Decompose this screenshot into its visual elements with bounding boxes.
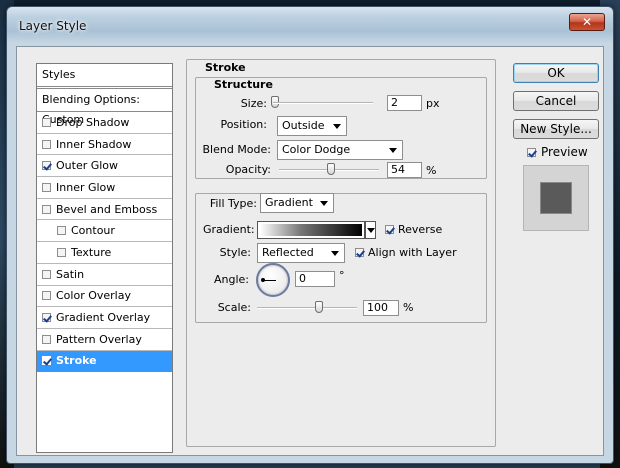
structure-title: Structure — [211, 78, 276, 91]
cancel-button[interactable]: Cancel — [513, 91, 599, 111]
gradient-dropdown-button[interactable] — [365, 221, 376, 239]
gradient-picker[interactable] — [257, 221, 365, 239]
style-item-checkbox[interactable] — [42, 313, 51, 323]
position-label: Position: — [220, 118, 267, 131]
layer-style-dialog: Layer Style ✕ Styles Blending Options: C… — [6, 6, 614, 464]
style-item-label: Drop Shadow — [56, 115, 130, 129]
size-input[interactable]: 2 — [387, 95, 422, 111]
gradient-label: Gradient: — [203, 223, 255, 236]
reverse-label: Reverse — [398, 223, 443, 236]
scale-slider-thumb[interactable] — [315, 301, 323, 313]
scale-unit: % — [403, 301, 414, 314]
style-item-label: Gradient Overlay — [56, 311, 151, 325]
angle-input[interactable]: 0 — [295, 271, 335, 287]
style-item-checkbox[interactable] — [57, 226, 66, 236]
position-select[interactable]: Outside — [277, 116, 347, 136]
style-item-label: Texture — [71, 245, 112, 259]
style-item-checkbox[interactable] — [42, 291, 51, 301]
style-item-inner-glow[interactable]: Inner Glow — [37, 177, 172, 199]
style-item-label: Satin — [56, 267, 85, 281]
style-item-checkbox[interactable] — [42, 139, 51, 149]
close-icon: ✕ — [581, 15, 593, 29]
blend-mode-select[interactable]: Color Dodge — [277, 140, 403, 160]
angle-dial[interactable] — [256, 263, 290, 297]
fill-type-select[interactable]: Gradient — [260, 193, 334, 213]
style-item-label: Inner Shadow — [56, 137, 132, 151]
angle-unit: ° — [339, 269, 345, 282]
styles-header[interactable]: Styles — [37, 64, 172, 89]
style-item-label: Inner Glow — [56, 180, 116, 194]
style-item-contour[interactable]: Contour — [37, 220, 172, 243]
gradient-preview — [260, 224, 362, 236]
ok-button[interactable]: OK — [513, 63, 599, 83]
scale-label: Scale: — [217, 301, 251, 314]
reverse-option[interactable]: Reverse — [385, 223, 442, 236]
preview-checkbox[interactable] — [527, 147, 536, 157]
scale-input[interactable]: 100 — [363, 300, 399, 316]
stroke-panel-title: Stroke — [202, 61, 249, 74]
opacity-slider-thumb[interactable] — [327, 163, 335, 175]
style-select[interactable]: Reflected — [257, 243, 345, 263]
new-style-button[interactable]: New Style... — [513, 119, 599, 139]
dialog-content: Styles Blending Options: Custom Drop Sha… — [16, 46, 604, 456]
style-item-label: Color Overlay — [56, 289, 131, 303]
close-button[interactable]: ✕ — [569, 13, 605, 31]
style-item-inner-shadow[interactable]: Inner Shadow — [37, 134, 172, 156]
style-item-checkbox[interactable] — [42, 204, 51, 214]
preview-swatch — [540, 182, 572, 214]
style-item-label: Bevel and Emboss — [56, 202, 158, 216]
style-item-checkbox[interactable] — [42, 334, 51, 344]
blending-options-item[interactable]: Blending Options: Custom — [37, 90, 172, 126]
align-with-layer-label: Align with Layer — [368, 246, 457, 259]
preview-label: Preview — [541, 145, 588, 159]
style-item-checkbox[interactable] — [42, 161, 51, 171]
style-item-label: Stroke — [56, 354, 97, 368]
style-item-pattern-overlay[interactable]: Pattern Overlay — [37, 329, 172, 351]
style-item-label: Pattern Overlay — [56, 332, 142, 346]
size-slider[interactable] — [273, 102, 373, 104]
opacity-input[interactable]: 54 — [387, 162, 422, 178]
blend-mode-label: Blend Mode: — [202, 143, 272, 156]
style-item-label: Contour — [71, 224, 115, 238]
reverse-checkbox[interactable] — [385, 225, 394, 234]
window-title: Layer Style — [19, 19, 87, 33]
style-item-texture[interactable]: Texture — [37, 242, 172, 264]
style-item-color-overlay[interactable]: Color Overlay — [37, 286, 172, 308]
style-item-stroke[interactable]: Stroke — [37, 350, 172, 373]
style-item-checkbox[interactable] — [42, 117, 51, 127]
style-item-outer-glow[interactable]: Outer Glow — [37, 155, 172, 178]
style-item-satin[interactable]: Satin — [37, 264, 172, 286]
style-item-checkbox[interactable] — [42, 356, 51, 366]
style-item-drop-shadow[interactable]: Drop Shadow — [37, 112, 172, 134]
align-with-layer-checkbox[interactable] — [355, 248, 364, 257]
style-item-gradient-overlay[interactable]: Gradient Overlay — [37, 307, 172, 329]
preview-option[interactable]: Preview — [527, 145, 588, 159]
fill-type-label: Fill Type: — [209, 197, 257, 210]
style-item-checkbox[interactable] — [42, 182, 51, 192]
angle-dial-center — [261, 278, 265, 282]
style-item-checkbox[interactable] — [42, 269, 51, 279]
opacity-label: Opacity: — [225, 163, 271, 176]
style-item-label: Outer Glow — [56, 159, 119, 173]
opacity-unit: % — [426, 164, 437, 177]
styles-list: Styles Blending Options: Custom Drop Sha… — [36, 63, 173, 453]
angle-label: Angle: — [213, 273, 249, 286]
style-item-checkbox[interactable] — [57, 247, 66, 257]
scale-slider[interactable] — [257, 307, 357, 309]
style-item-bevel-and-emboss[interactable]: Bevel and Emboss — [37, 199, 172, 221]
size-label: Size: — [240, 97, 267, 110]
styles-items: Drop Shadow Inner Shadow Outer Glow Inner G… — [37, 112, 172, 373]
align-with-layer-option[interactable]: Align with Layer — [355, 246, 457, 259]
style-preview — [523, 165, 589, 231]
size-unit: px — [426, 97, 440, 110]
style-label: Style: — [219, 246, 251, 259]
